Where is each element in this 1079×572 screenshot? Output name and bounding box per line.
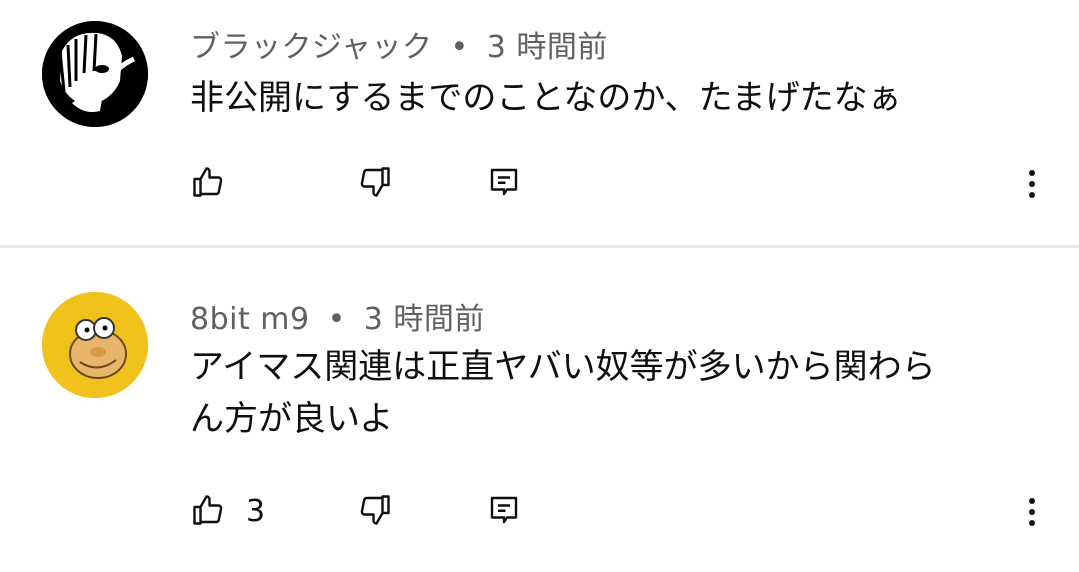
like-button[interactable] xyxy=(190,492,230,532)
vertical-dots-icon xyxy=(1029,498,1035,526)
comment-item: 8bit m9 • 3 時間前 アイマス関連は正直ヤバい奴等が多いから関わら ん方が… xyxy=(0,248,1079,572)
comment-text: 非公開にするまでのことなのか、たまげたなぁ xyxy=(190,78,902,118)
like-count: 3 xyxy=(246,494,266,529)
vertical-dots-icon xyxy=(1029,170,1035,198)
more-options-button[interactable] xyxy=(1014,164,1050,204)
author-name[interactable]: ブラックジャック xyxy=(190,30,433,65)
author-name[interactable]: 8bit m9 xyxy=(190,302,310,337)
cartoon-character-avatar-icon xyxy=(42,292,148,398)
comment-item: ブラックジャック • 3 時間前 非公開にするまでのことなのか、たまげたなぁ xyxy=(0,0,1079,246)
thumbs-up-icon xyxy=(193,495,223,525)
reply-comment-icon xyxy=(490,168,518,196)
thumbs-down-icon xyxy=(360,167,390,197)
dislike-button[interactable] xyxy=(357,164,397,204)
more-options-button[interactable] xyxy=(1014,492,1050,532)
reply-button[interactable] xyxy=(486,164,526,204)
monochrome-manga-avatar-icon xyxy=(42,21,148,127)
avatar[interactable] xyxy=(42,292,148,398)
dislike-button[interactable] xyxy=(357,492,397,532)
thumbs-down-icon xyxy=(360,495,390,525)
comment-meta: ブラックジャック • 3 時間前 xyxy=(190,22,608,66)
meta-separator: • xyxy=(327,302,346,337)
reply-button[interactable] xyxy=(486,492,526,532)
thumbs-up-icon xyxy=(193,167,223,197)
comment-timestamp[interactable]: 3 時間前 xyxy=(364,302,485,337)
comment-text: アイマス関連は正直ヤバい奴等が多いから関わら ん方が良いよ xyxy=(190,347,936,439)
avatar[interactable] xyxy=(42,21,148,127)
meta-separator: • xyxy=(450,30,469,65)
comment-timestamp[interactable]: 3 時間前 xyxy=(487,30,608,65)
like-button[interactable] xyxy=(190,164,230,204)
comment-meta: 8bit m9 • 3 時間前 xyxy=(190,294,485,338)
reply-comment-icon xyxy=(490,496,518,524)
